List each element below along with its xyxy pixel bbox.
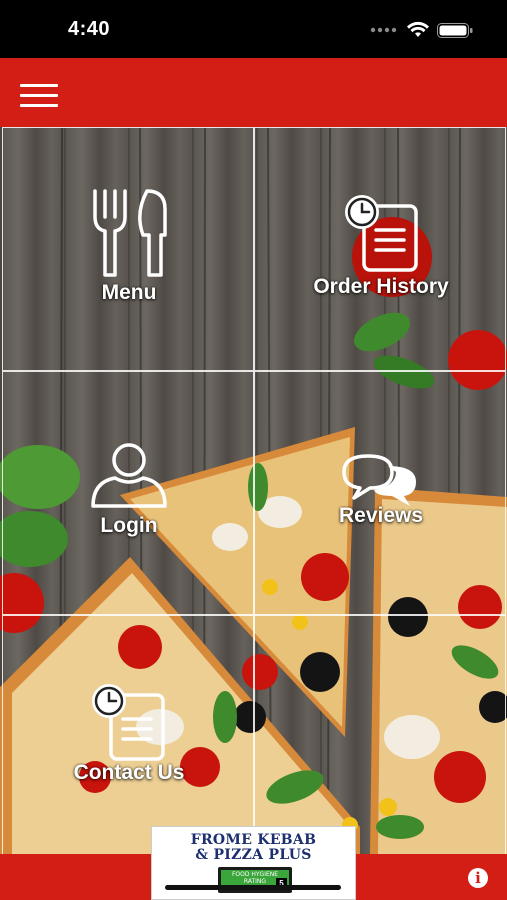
info-icon[interactable]: i	[468, 868, 488, 888]
wifi-icon	[407, 21, 429, 37]
clock-document-icon	[345, 195, 418, 272]
tile-login[interactable]: Login	[2, 371, 254, 615]
signal-dots-icon	[370, 27, 397, 33]
fork-knife-icon	[93, 189, 167, 277]
tile-login-label: Login	[100, 514, 158, 537]
user-icon	[91, 443, 167, 508]
tile-order-history-label: Order History	[313, 275, 449, 298]
status-bar: 4:40	[0, 0, 507, 58]
home-indicator	[165, 885, 341, 890]
logo-line-2: & PIZZA PLUS	[195, 847, 312, 863]
tile-reviews[interactable]: Reviews	[254, 371, 506, 615]
tile-menu[interactable]: Menu	[2, 127, 254, 371]
battery-icon	[437, 23, 473, 38]
chat-bubbles-icon	[342, 454, 416, 506]
tile-empty	[254, 615, 506, 854]
clock-document-icon	[92, 684, 165, 761]
status-icons	[367, 20, 477, 40]
tile-contact-us[interactable]: Contact Us	[2, 615, 254, 854]
hamburger-menu-icon[interactable]	[20, 84, 58, 108]
tile-menu-label: Menu	[101, 281, 157, 304]
status-time: 4:40	[68, 18, 111, 40]
logo-line-1: FROME KEBAB	[190, 832, 317, 848]
app-header	[0, 58, 507, 127]
tile-reviews-label: Reviews	[338, 504, 424, 527]
tile-order-history[interactable]: Order History	[254, 127, 506, 371]
home-grid: Menu Order History Login Reviews Contact…	[0, 127, 507, 854]
tile-contact-us-label: Contact Us	[73, 761, 185, 784]
